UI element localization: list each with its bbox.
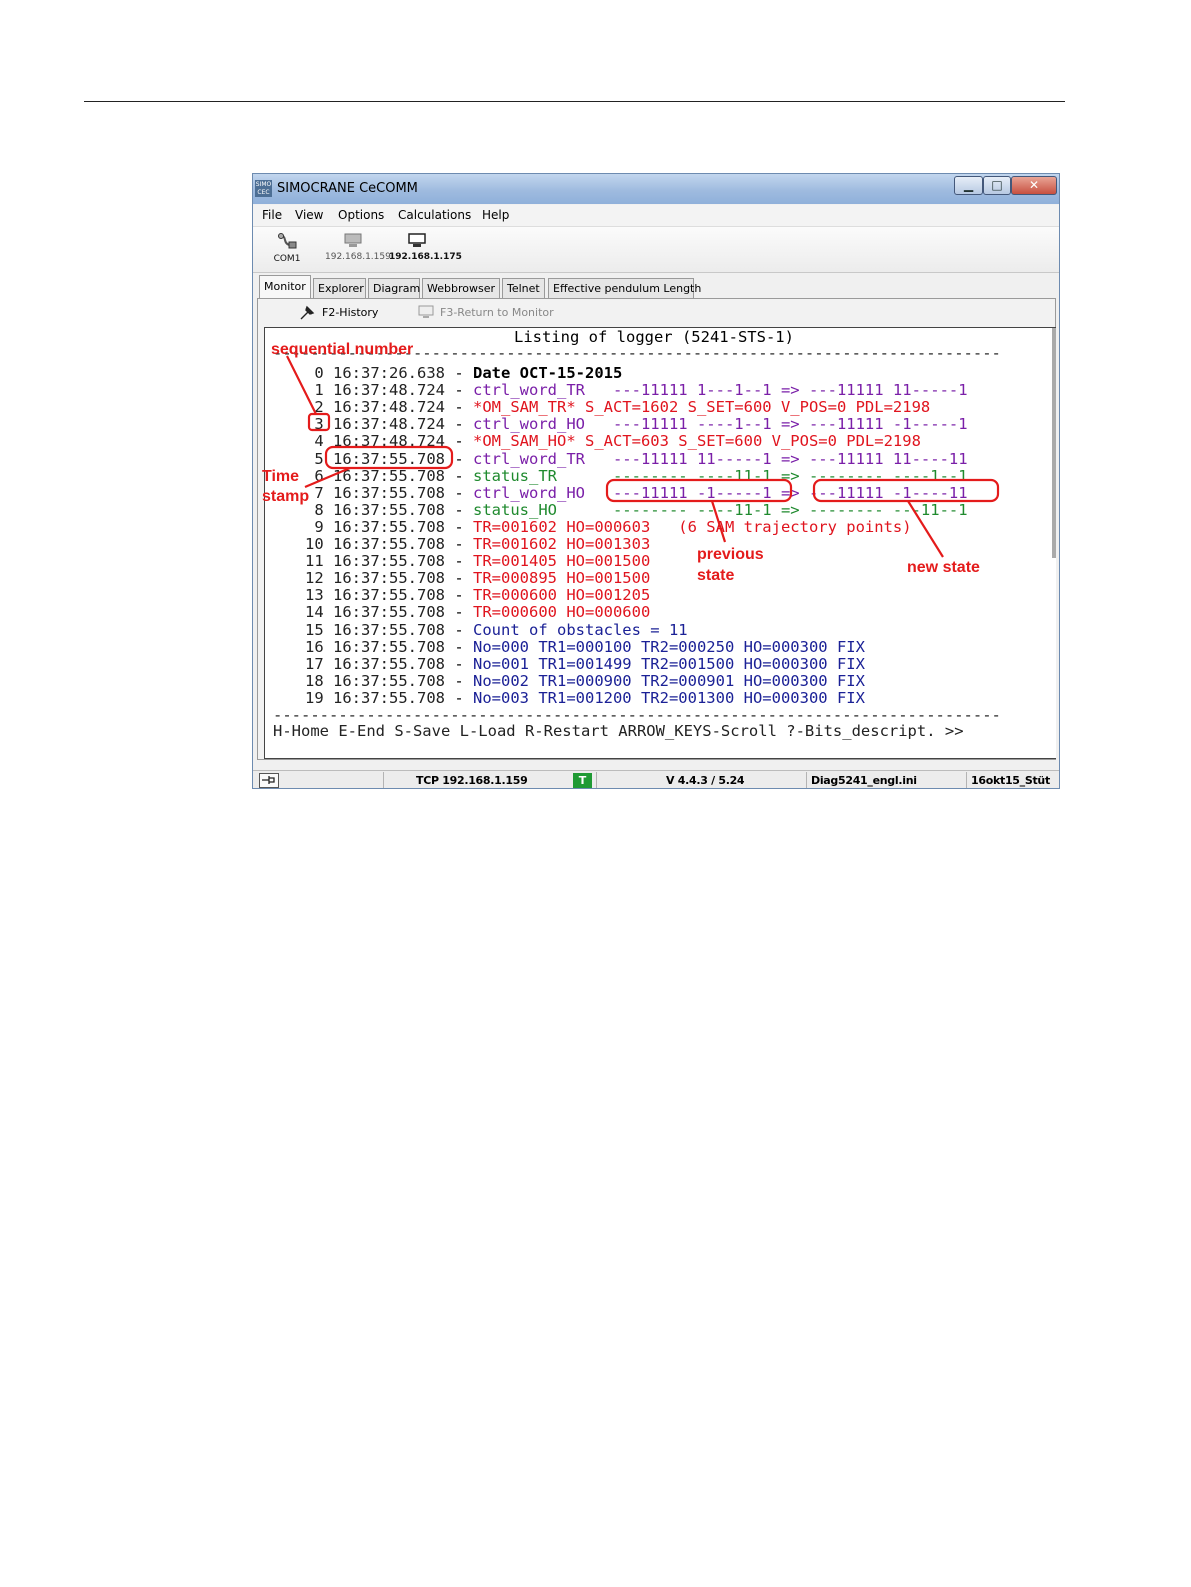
annotation-sequential-number: sequential number <box>271 341 414 358</box>
new-state-circle <box>812 478 1000 503</box>
new-state-arrow <box>907 500 944 558</box>
previous-state-arrow <box>710 500 727 543</box>
seq-arrow <box>286 355 317 415</box>
annotation-state: state <box>697 567 735 584</box>
timestamp-arrow <box>304 466 351 489</box>
annotation-time: Time <box>262 468 300 485</box>
annotation-overlay <box>286 355 1000 558</box>
annotation-new-state: new state <box>907 559 980 576</box>
annotation-previous: previous <box>697 546 764 563</box>
timestamp-circle <box>324 445 454 470</box>
annotation-stamp: stamp <box>262 488 310 505</box>
previous-state-circle <box>605 478 793 503</box>
seq-number-circle <box>307 412 331 432</box>
